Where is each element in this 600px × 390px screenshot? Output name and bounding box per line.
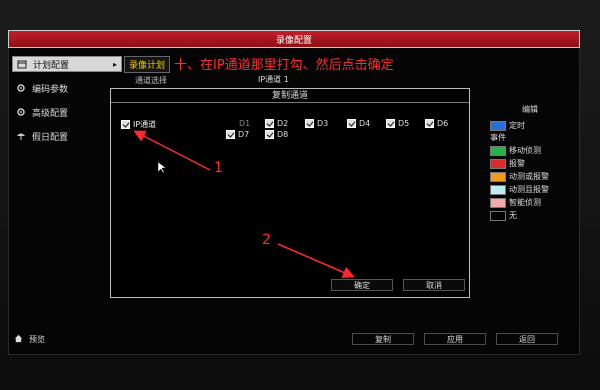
legend-item-alarm[interactable]: 报警 <box>490 157 570 170</box>
legend-item-none[interactable]: 无 <box>490 209 570 222</box>
annotation-marker-1: 1 <box>214 160 223 176</box>
preview-label: 预览 <box>29 335 45 344</box>
ip-channel-checkbox[interactable]: IP通道 <box>121 119 156 130</box>
annotation-instruction: 十、在IP通道那里打勾、然后点击确定 <box>174 58 394 73</box>
checkbox-checked-icon <box>121 120 130 129</box>
legend-label: 报警 <box>509 159 525 168</box>
color-swatch <box>490 171 506 182</box>
legend-label: 移动侦测 <box>509 146 541 155</box>
sidebar-item-label: 计划配置 <box>33 60 70 71</box>
legend-edit-label: 编辑 <box>522 105 538 114</box>
calendar-icon <box>17 59 27 69</box>
gear-icon <box>16 83 26 93</box>
cancel-button[interactable]: 取消 <box>403 279 465 291</box>
legend-label: 无 <box>509 211 517 220</box>
channel-label: D8 <box>277 130 289 139</box>
legend-item-motion[interactable]: 移动侦测 <box>490 144 570 157</box>
legend-label: 动测且报警 <box>509 185 549 194</box>
channel-label: D3 <box>317 119 329 128</box>
channel-checkbox-d1[interactable]: D1 <box>239 119 250 128</box>
sidebar-item-label: 编码参数 <box>32 84 69 95</box>
apply-button[interactable]: 应用 <box>424 333 486 345</box>
channel-checkbox-d6[interactable]: D6 <box>425 119 448 128</box>
checkbox-checked-icon <box>265 130 274 139</box>
tab-record-schedule[interactable]: 录像计划 <box>124 56 171 73</box>
legend-label: 定时 <box>509 121 525 130</box>
tab-bar: 录像计划 <box>124 56 171 73</box>
mouse-cursor-icon <box>158 162 166 174</box>
sidebar-item-label: 高级配置 <box>32 108 69 119</box>
channel-label: D5 <box>398 119 410 128</box>
legend-item-scheduled[interactable]: 定时 <box>490 119 570 132</box>
dialog-title: 复制通道 <box>111 89 469 103</box>
chevron-right-icon: ▸ <box>112 59 117 69</box>
ok-button[interactable]: 确定 <box>331 279 393 291</box>
umbrella-icon <box>16 131 26 141</box>
channel-select-value[interactable]: IP通道 1 <box>258 74 289 85</box>
channel-label: D1 <box>239 119 251 128</box>
window-title: 录像配置 <box>275 35 312 46</box>
color-swatch <box>490 184 506 195</box>
channel-label: D7 <box>238 130 250 139</box>
annotation-marker-2: 2 <box>262 232 271 248</box>
legend-item-motion-and-alarm[interactable]: 动测且报警 <box>490 183 570 196</box>
channel-label: D2 <box>277 119 289 128</box>
channel-label: D6 <box>437 119 449 128</box>
preview-button[interactable]: 预览 <box>14 334 45 345</box>
back-button[interactable]: 返回 <box>496 333 558 345</box>
color-swatch <box>490 197 506 208</box>
ip-channel-label: IP通道 <box>133 120 157 129</box>
color-swatch <box>490 120 506 131</box>
copy-button[interactable]: 复制 <box>352 333 414 345</box>
sidebar-item-advanced[interactable]: 高级配置 <box>12 104 122 120</box>
gear-icon <box>16 107 26 117</box>
checkbox-checked-icon <box>347 119 356 128</box>
schedule-legend-panel: 编辑 定时 事件 移动侦测 报警 动测或报警 动测且报警 智能侦测 无 <box>490 104 570 222</box>
legend-event-header: 事件 <box>490 133 506 142</box>
legend-item-smart-detection[interactable]: 智能侦测 <box>490 196 570 209</box>
channel-checkbox-d3[interactable]: D3 <box>305 119 328 128</box>
checkbox-checked-icon <box>226 130 235 139</box>
channel-checkbox-d2[interactable]: D2 <box>265 119 288 128</box>
copy-channel-dialog: 复制通道 IP通道 D1 D2 D3 D4 D5 D6 D7 D8 确定 取消 <box>110 88 470 298</box>
checkbox-checked-icon <box>425 119 434 128</box>
sidebar-item-label: 假日配置 <box>32 132 69 143</box>
sidebar-item-holiday[interactable]: 假日配置 <box>12 128 122 144</box>
channel-checkbox-d7[interactable]: D7 <box>226 130 249 139</box>
checkbox-checked-icon <box>386 119 395 128</box>
checkbox-checked-icon <box>265 119 274 128</box>
channel-checkbox-d5[interactable]: D5 <box>386 119 409 128</box>
channel-checkbox-d4[interactable]: D4 <box>347 119 370 128</box>
window-titlebar: 录像配置 <box>8 30 580 48</box>
sidebar-item-schedule[interactable]: 计划配置 ▸ <box>12 56 122 72</box>
channel-label: D4 <box>359 119 371 128</box>
legend-label: 动测或报警 <box>509 172 549 181</box>
checkbox-checked-icon <box>305 119 314 128</box>
legend-label: 智能侦测 <box>509 198 541 207</box>
color-swatch <box>490 210 506 221</box>
channel-select-label: 通道选择 <box>135 76 167 85</box>
color-swatch <box>490 158 506 169</box>
channel-checkbox-d8[interactable]: D8 <box>265 130 288 139</box>
sidebar-item-encoding[interactable]: 编码参数 <box>12 80 122 96</box>
color-swatch <box>490 145 506 156</box>
home-icon <box>14 334 23 345</box>
legend-item-motion-or-alarm[interactable]: 动测或报警 <box>490 170 570 183</box>
sidebar: 计划配置 ▸ 编码参数 高级配置 假日配置 <box>12 56 122 152</box>
